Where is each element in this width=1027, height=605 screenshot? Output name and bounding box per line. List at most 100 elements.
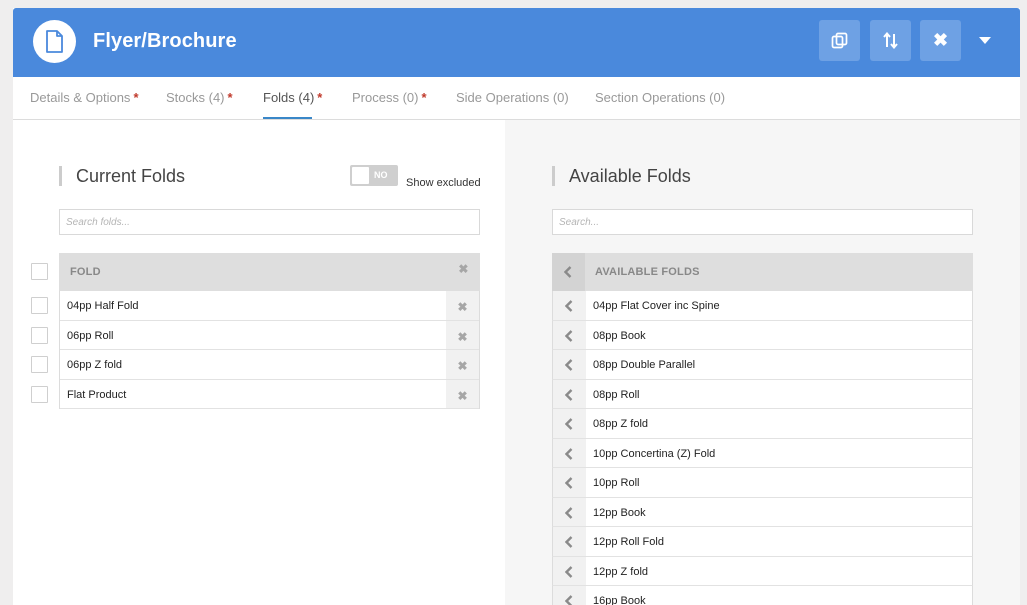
remove-fold-button[interactable]: ✖ — [446, 379, 479, 408]
row-checkbox[interactable] — [31, 385, 48, 403]
active-tab-indicator — [263, 117, 312, 119]
row-checkbox[interactable] — [31, 326, 48, 344]
close-icon: ✖ — [457, 359, 468, 373]
table-row: 08pp Double Parallel — [552, 350, 973, 380]
fold-name: 12pp Z fold — [593, 565, 649, 578]
table-row: 08pp Roll — [552, 379, 973, 409]
remove-fold-button[interactable]: ✖ — [446, 291, 479, 320]
chevron-left-icon — [565, 300, 573, 312]
toggle-state: NO — [374, 170, 388, 180]
table-row: 10pp Concertina (Z) Fold — [552, 438, 973, 468]
fold-name: 04pp Half Fold — [67, 300, 139, 312]
chevron-left-icon — [565, 418, 573, 430]
add-fold-button[interactable] — [553, 497, 586, 526]
close-icon: ✖ — [458, 262, 469, 276]
row-checkbox[interactable] — [31, 297, 48, 314]
header-bar: Flyer/Brochure ✖ — [13, 8, 1020, 77]
chevron-left-icon — [565, 477, 573, 489]
tab-bar: Details & Options * Stocks (4) * Folds (4)… — [13, 77, 1020, 120]
fold-name: 04pp Flat Cover inc Spine — [593, 300, 720, 312]
tab-stocks[interactable]: Stocks (4) * — [166, 90, 233, 105]
sort-button[interactable] — [870, 20, 911, 61]
chevron-left-icon — [565, 595, 573, 605]
add-fold-button[interactable] — [553, 527, 586, 556]
required-star: * — [227, 90, 233, 105]
table-row: 08pp Book — [552, 320, 973, 350]
add-fold-button[interactable] — [553, 409, 586, 438]
close-icon: ✖ — [457, 300, 468, 314]
column-header-label: FOLD — [70, 266, 101, 278]
toggle-knob — [352, 167, 369, 184]
fold-name: 08pp Book — [593, 329, 646, 342]
available-folds-panel: Available Folds AVAILABLE FOLDS 04pp Fla… — [505, 120, 1020, 605]
document-icon — [46, 30, 63, 53]
fold-name: 10pp Roll — [593, 477, 640, 489]
search-available-input[interactable] — [552, 209, 973, 235]
remove-fold-button[interactable]: ✖ — [446, 350, 479, 379]
tab-label: Process (0) — [352, 90, 419, 105]
row-checkbox[interactable] — [31, 356, 48, 373]
fold-name: 08pp Roll — [593, 388, 640, 401]
available-column-header: AVAILABLE FOLDS — [552, 253, 973, 291]
chevron-down-icon[interactable] — [979, 37, 991, 45]
fold-name: 10pp Concertina (Z) Fold — [593, 447, 716, 460]
tab-label: Folds (4) — [263, 90, 315, 105]
table-row: 12pp Roll Fold — [552, 527, 973, 557]
tab-folds[interactable]: Folds (4) * — [263, 90, 322, 105]
required-star: * — [421, 90, 427, 105]
table-row: 06pp Roll ✖ — [60, 320, 479, 350]
table-row: 06pp Z fold ✖ — [60, 350, 479, 380]
close-button[interactable]: ✖ — [920, 20, 961, 61]
add-fold-button[interactable] — [553, 291, 586, 320]
fold-name: 12pp Roll Fold — [593, 536, 664, 548]
fold-name: 08pp Double Parallel — [593, 359, 696, 371]
copy-button[interactable] — [819, 20, 860, 61]
chevron-left-icon — [565, 536, 573, 548]
tab-process[interactable]: Process (0) * — [352, 90, 427, 105]
add-fold-button[interactable] — [553, 350, 586, 379]
tab-details-options[interactable]: Details & Options * — [30, 90, 139, 105]
close-icon: ✖ — [457, 388, 468, 403]
tab-section-operations[interactable]: Section Operations (0) — [595, 90, 725, 105]
available-folds-title: Available Folds — [552, 166, 691, 186]
sort-icon — [883, 32, 898, 49]
add-fold-button[interactable] — [553, 320, 586, 349]
product-window: Flyer/Brochure ✖ Details & Options * Stoc… — [13, 8, 1020, 605]
chevron-left-icon — [565, 565, 573, 578]
show-excluded-toggle[interactable]: NO — [350, 165, 398, 186]
chevron-left-icon — [565, 506, 573, 519]
table-row: 10pp Roll — [552, 468, 973, 498]
copy-icon — [831, 32, 848, 49]
add-fold-button[interactable] — [553, 438, 586, 467]
column-header-label: AVAILABLE FOLDS — [595, 266, 700, 278]
fold-name: 16pp Book — [593, 595, 646, 605]
fold-column-header: FOLD ✖ — [59, 253, 480, 291]
add-fold-button[interactable] — [553, 468, 586, 497]
product-avatar — [33, 20, 76, 63]
remove-fold-button[interactable]: ✖ — [446, 320, 479, 349]
close-icon: ✖ — [457, 329, 468, 344]
remove-all-button[interactable]: ✖ — [447, 253, 480, 291]
chevron-left-icon — [565, 329, 573, 342]
table-row: 04pp Half Fold ✖ — [60, 291, 479, 321]
fold-name: 12pp Book — [593, 506, 646, 519]
tab-label: Details & Options — [30, 90, 131, 105]
table-row: 08pp Z fold — [552, 409, 973, 439]
add-fold-button[interactable] — [553, 556, 586, 585]
chevron-left-icon — [564, 266, 572, 278]
required-star: * — [133, 90, 139, 105]
chevron-left-icon — [565, 388, 573, 401]
add-fold-button[interactable] — [553, 586, 586, 605]
chevron-left-icon — [565, 447, 573, 460]
select-all-checkbox[interactable] — [31, 263, 48, 280]
fold-name: Flat Product — [67, 388, 127, 401]
add-all-button[interactable] — [552, 253, 585, 291]
show-excluded-label: Show excluded — [406, 177, 481, 189]
table-row: 04pp Flat Cover inc Spine — [552, 291, 973, 321]
add-fold-button[interactable] — [553, 379, 586, 408]
page-title: Flyer/Brochure — [93, 30, 237, 52]
table-row: Flat Product ✖ — [60, 379, 479, 409]
tab-side-operations[interactable]: Side Operations (0) — [456, 90, 569, 105]
fold-name: 06pp Z fold — [67, 359, 123, 371]
search-folds-input[interactable] — [59, 209, 480, 235]
